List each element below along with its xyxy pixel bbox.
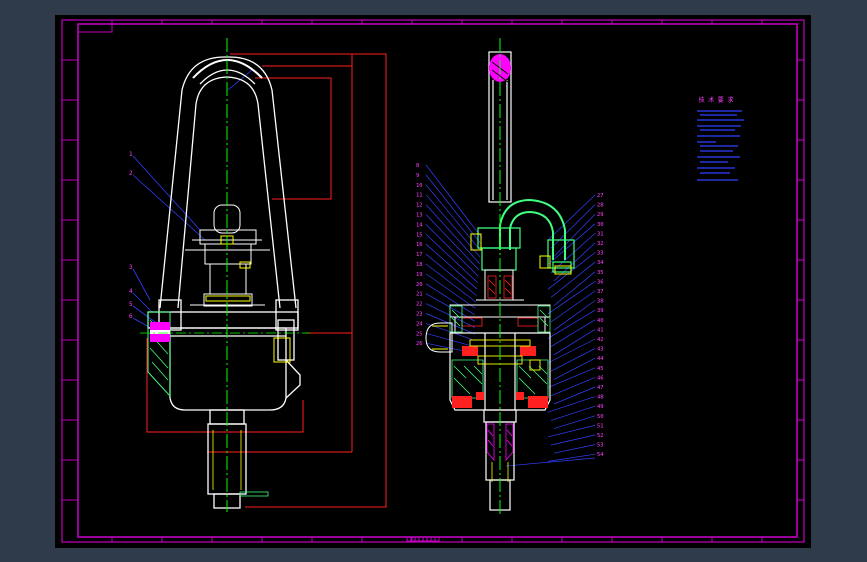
part-number-19: 19 [416,272,423,278]
part-number-15: 15 [416,232,423,238]
part-number-38: 38 [597,299,604,305]
part-number-30: 30 [597,222,604,228]
part-number-14: 14 [416,222,423,228]
part-number-10: 10 [416,183,423,189]
part-number-28: 28 [597,203,604,209]
part-number-2: 2 [129,170,133,177]
part-number-17: 17 [416,252,423,258]
part-number-18: 18 [416,262,423,268]
part-number-16: 16 [416,242,423,248]
drawing-sheet [55,15,811,548]
part-number-4: 4 [129,288,133,295]
part-number-46: 46 [597,375,604,381]
part-number-1: 1 [129,151,133,158]
part-number-40: 40 [597,318,604,324]
part-number-32: 32 [597,241,604,247]
part-number-23: 23 [416,312,423,318]
part-number-34: 34 [597,260,604,266]
part-number-12: 12 [416,203,423,209]
part-number-6: 6 [129,313,133,320]
part-number-25: 25 [416,331,423,337]
part-number-5: 5 [129,301,133,308]
part-number-43: 43 [597,347,604,353]
notes-title: 技 术 要 求 [699,96,734,104]
part-number-53: 53 [597,443,604,449]
part-number-37: 37 [597,289,604,295]
part-number-36: 36 [597,279,604,285]
part-number-27: 27 [597,193,604,199]
part-number-11: 11 [416,193,423,199]
part-number-44: 44 [597,356,604,362]
part-number-33: 33 [597,251,604,257]
part-number-22: 22 [416,302,423,308]
part-number-41: 41 [597,327,604,333]
part-number-31: 31 [597,231,604,237]
part-number-24: 24 [416,321,423,327]
part-number-47: 47 [597,385,604,391]
part-number-42: 42 [597,337,604,343]
part-number-48: 48 [597,395,604,401]
part-number-9: 9 [416,173,419,179]
part-number-52: 52 [597,433,604,439]
part-number-13: 13 [416,213,423,219]
part-number-21: 21 [416,292,423,298]
part-number-45: 45 [597,366,604,372]
part-number-50: 50 [597,414,604,420]
part-number-49: 49 [597,404,604,410]
part-number-20: 20 [416,282,423,288]
cad-drawing-canvas: 123456 891011121314151617181920212223242… [55,15,811,548]
part-number-8: 8 [416,163,419,169]
part-number-39: 39 [597,308,604,314]
part-number-29: 29 [597,212,604,218]
part-number-35: 35 [597,270,604,276]
part-number-54: 54 [597,452,604,458]
part-number-26: 26 [416,341,423,347]
part-number-3: 3 [129,264,133,271]
part-number-51: 51 [597,423,604,429]
